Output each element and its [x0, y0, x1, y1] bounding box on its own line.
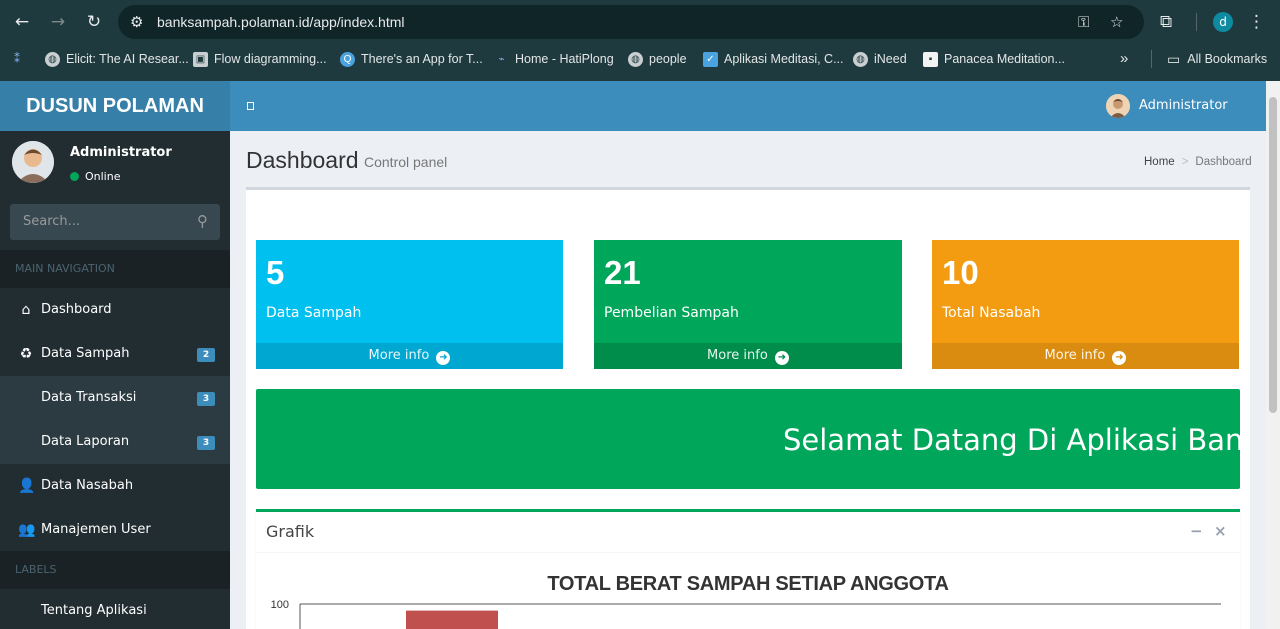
grafik-title: Grafik [266, 522, 315, 541]
online-dot-icon [70, 172, 79, 181]
bookmark-item[interactable]: ◍ iNeed [853, 51, 907, 67]
cube-icon: ▣ [193, 51, 208, 67]
sidebar-item-dashboard[interactable]: ⌂ Dashboard [0, 288, 230, 332]
more-info-link[interactable]: More info ➜ [932, 343, 1239, 369]
search-icon[interactable]: ⚲ [197, 213, 208, 229]
breadcrumb-separator: > [1181, 156, 1189, 168]
sidebar-search[interactable]: Search... ⚲ [10, 204, 220, 240]
globe-icon: ◍ [853, 51, 868, 67]
more-info-link[interactable]: More info ➜ [256, 343, 563, 369]
bookmarks-bar: ⁑ ◍ Elicit: The AI Resear... ▣ Flow diagra… [0, 44, 1280, 74]
bookmarks-overflow-icon[interactable]: » [1120, 51, 1128, 67]
bar-chart: 100 [271, 599, 1221, 629]
sidebar-item-data-transaksi[interactable]: Data Transaksi 3 [0, 376, 230, 420]
breadcrumb-home[interactable]: Home [1144, 156, 1175, 168]
forward-icon[interactable]: → [48, 12, 68, 32]
recycle-icon: ♻ [19, 346, 33, 362]
minimize-icon[interactable]: − [1190, 522, 1203, 540]
count-badge: 3 [197, 392, 215, 406]
sidebar-item-data-nasabah[interactable]: 👤 Data Nasabah [0, 464, 230, 508]
bookmark-item[interactable]: ▣ Flow diagramming... [193, 51, 327, 67]
more-info-link[interactable]: More info ➜ [594, 343, 902, 369]
stat-box-total-nasabah: 10 Total Nasabah More info ➜ [932, 240, 1239, 369]
main-navigation-header: MAIN NAVIGATION [0, 250, 230, 288]
toolbar-divider [1196, 13, 1197, 31]
check-icon: ✓ [703, 51, 718, 67]
sidebar-toggle-icon[interactable] [247, 102, 254, 110]
bookmark-item[interactable]: Q There's an App for T... [340, 51, 483, 67]
stat-box-data-sampah: 5 Data Sampah More info ➜ [256, 240, 563, 369]
url-text[interactable]: banksampah.polaman.id/app/index.html [157, 14, 405, 30]
welcome-marquee-text: Selamat Datang Di Aplikasi Bank Sa [783, 423, 1240, 457]
avatar [12, 141, 54, 183]
bookmark-item[interactable]: ✓ Aplikasi Meditasi, C... [703, 51, 843, 67]
user-panel: Administrator Online [0, 131, 230, 204]
users-icon: 👥 [18, 522, 36, 538]
stat-value: 21 [604, 254, 641, 291]
user-icon: 👤 [18, 478, 36, 494]
avatar[interactable] [1106, 94, 1130, 118]
welcome-banner: Selamat Datang Di Aplikasi Bank Sa [256, 389, 1240, 489]
grafik-box: Grafik − × TOTAL BERAT SAMPAH SETIAP ANG… [256, 509, 1240, 629]
profile-avatar[interactable]: d [1213, 12, 1233, 32]
globe-icon: ◍ [628, 51, 643, 67]
password-key-icon[interactable]: ⚿ [1078, 14, 1089, 30]
count-badge: 3 [197, 436, 215, 450]
back-icon[interactable]: ← [12, 12, 32, 32]
sidebar-item-tentang-aplikasi[interactable]: Tentang Aplikasi [0, 589, 230, 629]
top-navbar: Administrator [230, 81, 1266, 131]
arrow-circle-right-icon: ➜ [436, 351, 451, 365]
hatiplong-icon: ⌁ [498, 53, 505, 65]
count-badge: 2 [197, 348, 215, 362]
sidebar-item-manajemen-user[interactable]: 👥 Manajemen User [0, 508, 230, 552]
globe-icon: ◍ [45, 51, 60, 67]
bookmark-star-icon[interactable]: ☆ [1110, 14, 1123, 30]
arrow-circle-right-icon: ➜ [1112, 351, 1127, 365]
sidebar-item-data-sampah[interactable]: ♻ Data Sampah 2 [0, 332, 230, 376]
page-scrollbar[interactable] [1266, 81, 1280, 629]
sidebar: Administrator Online Search... ⚲ MAIN NA… [0, 131, 230, 629]
browser-toolbar: ← → ↻ ⚙ banksampah.polaman.id/app/index.… [0, 0, 1280, 44]
page-subtitle: Control panel [364, 154, 448, 170]
folder-icon: ▭ [1167, 51, 1181, 67]
sidebar-item-data-laporan[interactable]: Data Laporan 3 [0, 420, 230, 464]
site-info-icon[interactable]: ⚙ [130, 14, 143, 30]
bookmark-item[interactable]: ⌁ Home - HatiPlong [494, 51, 613, 67]
address-bar[interactable]: ⚙ banksampah.polaman.id/app/index.html ⚿… [118, 5, 1144, 39]
stat-value: 10 [942, 254, 979, 291]
user-status: Online [70, 170, 120, 183]
arrow-circle-right-icon: ➜ [774, 351, 789, 365]
menu-kebab-icon[interactable]: ⋮ [1248, 12, 1265, 32]
extensions-icon[interactable]: ⧉ [1160, 12, 1172, 32]
reload-icon[interactable]: ↻ [84, 12, 104, 32]
scroll-thumb[interactable] [1269, 97, 1277, 413]
stat-label: Data Sampah [266, 305, 362, 321]
user-name: Administrator [70, 145, 172, 160]
chart-bar[interactable] [406, 610, 498, 629]
app-logo[interactable]: DUSUN POLAMAN [0, 81, 230, 131]
search-q-icon: Q [340, 51, 355, 67]
stat-value: 5 [266, 254, 285, 291]
search-input[interactable]: Search... [23, 214, 80, 230]
browser-chrome: ← → ↻ ⚙ banksampah.polaman.id/app/index.… [0, 0, 1280, 81]
grafik-header: Grafik − × [256, 512, 1240, 553]
apps-icon[interactable]: ⁑ [14, 51, 20, 67]
page-icon: ▪ [923, 51, 938, 67]
bookmark-item[interactable]: ▪ Panacea Meditation... [923, 51, 1065, 67]
stat-box-pembelian-sampah: 21 Pembelian Sampah More info ➜ [594, 240, 902, 369]
bookmark-item[interactable]: ◍ people [628, 51, 687, 67]
bookmark-item[interactable]: ◍ Elicit: The AI Resear... [45, 51, 189, 67]
y-tick-label: 100 [271, 599, 289, 611]
all-bookmarks[interactable]: ▭ All Bookmarks [1167, 51, 1267, 67]
bookmarks-divider [1151, 50, 1152, 68]
stat-label: Pembelian Sampah [604, 305, 739, 321]
close-icon[interactable]: × [1214, 522, 1227, 540]
page-title: Dashboard [246, 147, 359, 173]
breadcrumb-current: Dashboard [1195, 156, 1252, 168]
stat-label: Total Nasabah [942, 305, 1041, 321]
labels-header: LABELS [0, 551, 230, 589]
home-icon: ⌂ [21, 302, 31, 318]
breadcrumb: Home > Dashboard [1144, 155, 1252, 169]
top-user-name[interactable]: Administrator [1139, 97, 1228, 115]
